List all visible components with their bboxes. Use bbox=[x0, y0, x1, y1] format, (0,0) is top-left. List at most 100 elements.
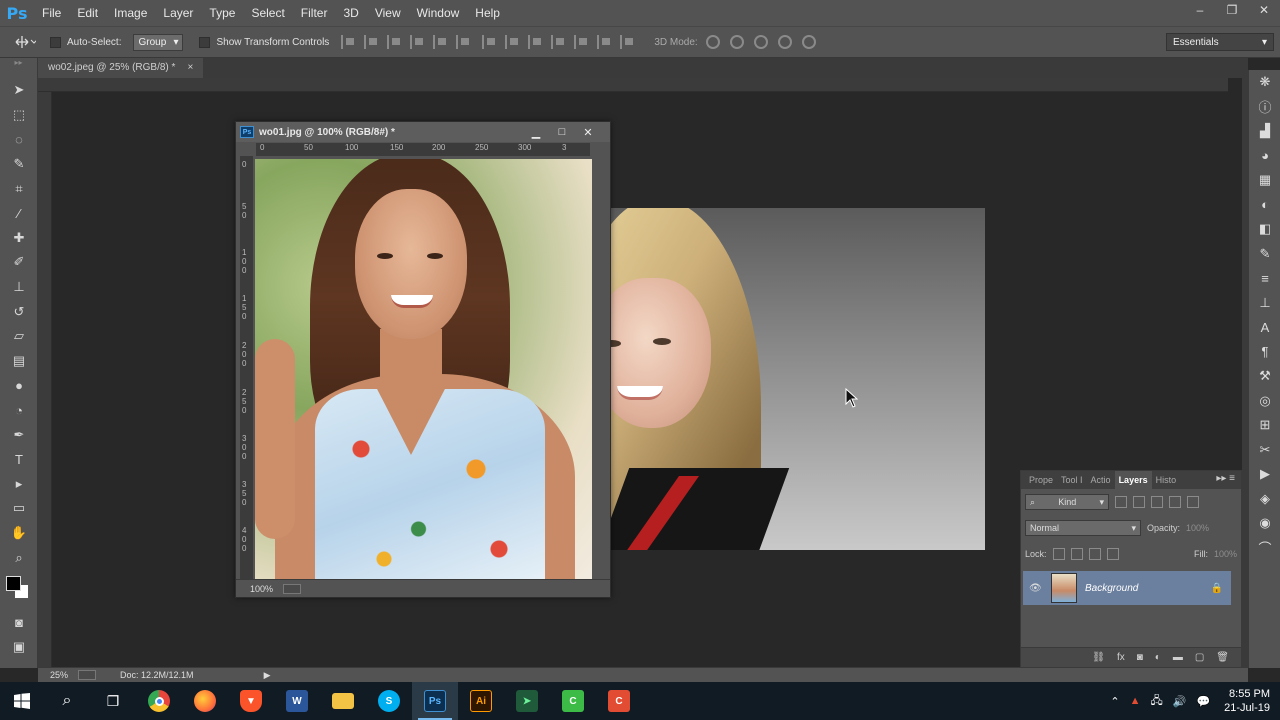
lasso-tool-icon[interactable]: ◌ bbox=[0, 127, 38, 152]
filter-smart-object-icon[interactable] bbox=[1187, 496, 1199, 508]
paragraph-panel-icon[interactable]: ¶ bbox=[1249, 340, 1280, 365]
paths-panel-icon[interactable]: ⌒ bbox=[1249, 536, 1280, 561]
distribute-left-icon[interactable] bbox=[551, 35, 567, 49]
new-group-icon[interactable]: ▬ bbox=[1173, 652, 1183, 663]
actions-panel-icon[interactable]: ▶ bbox=[1249, 462, 1280, 487]
taskbar-app-camtasia[interactable]: C bbox=[550, 682, 596, 720]
status-info-icon[interactable] bbox=[78, 670, 97, 680]
volume-icon[interactable]: 🔊 bbox=[1173, 695, 1187, 708]
zoom-tool-icon[interactable]: ⌕ bbox=[0, 545, 38, 570]
auto-align-icon[interactable] bbox=[620, 35, 636, 49]
minimize-button[interactable]: – bbox=[1184, 0, 1216, 20]
delete-layer-icon[interactable]: 🗑 bbox=[1216, 652, 1229, 663]
3d-pan-icon[interactable] bbox=[753, 35, 768, 49]
menu-view[interactable]: View bbox=[367, 0, 409, 26]
align-hcenter-icon[interactable] bbox=[433, 35, 449, 49]
tab-tool-presets[interactable]: Tool I bbox=[1057, 471, 1087, 489]
hand-tool-icon[interactable]: ✋ bbox=[0, 521, 38, 546]
close-icon[interactable]: × bbox=[187, 58, 193, 78]
show-transform-checkbox[interactable] bbox=[199, 36, 211, 48]
show-transform-option[interactable]: Show Transform Controls bbox=[199, 36, 329, 48]
character-panel-icon[interactable]: A bbox=[1249, 315, 1280, 340]
tool-options-icon[interactable]: ✂ bbox=[1249, 438, 1280, 463]
floating-document-window[interactable]: Ps wo01.jpg @ 100% (RGB/8#) * ▁ □ ✕ 0 50… bbox=[235, 121, 611, 598]
3d-scale-icon[interactable] bbox=[801, 35, 816, 49]
layers-panel-icon[interactable]: ◈ bbox=[1249, 487, 1280, 512]
doc-close-button[interactable]: ✕ bbox=[580, 126, 596, 139]
3d-rotate-icon[interactable] bbox=[705, 35, 720, 49]
align-top-icon[interactable] bbox=[341, 35, 357, 49]
clone-source-icon[interactable]: ⊥ bbox=[1249, 291, 1280, 316]
notification-icon[interactable]: 💬 bbox=[1196, 695, 1210, 708]
add-mask-icon[interactable]: ◙ bbox=[1137, 652, 1143, 663]
quick-selection-tool-icon[interactable]: ✎ bbox=[0, 152, 38, 177]
blend-mode-dropdown[interactable]: Normal ▾ bbox=[1025, 520, 1141, 536]
chevron-up-icon[interactable]: ⌃ bbox=[1110, 695, 1119, 708]
menu-file[interactable]: File bbox=[34, 0, 69, 26]
align-right-icon[interactable] bbox=[456, 35, 472, 49]
quick-mask-icon[interactable]: ◙ bbox=[0, 610, 38, 635]
menu-select[interactable]: Select bbox=[243, 0, 292, 26]
visibility-eye-icon[interactable]: 👁 bbox=[1029, 583, 1043, 594]
new-layer-icon[interactable]: ▢ bbox=[1195, 652, 1204, 663]
crop-tool-icon[interactable]: ⌗ bbox=[0, 176, 38, 201]
layer-style-icon[interactable]: fx bbox=[1117, 652, 1125, 663]
pen-tool-icon[interactable]: ✒ bbox=[0, 422, 38, 447]
lock-position-icon[interactable] bbox=[1088, 548, 1101, 560]
menu-help[interactable]: Help bbox=[467, 0, 508, 26]
start-button[interactable] bbox=[0, 682, 44, 720]
panel-menu-icon[interactable]: ▸▸ ≡ bbox=[1216, 473, 1235, 484]
taskbar-app-firefox[interactable] bbox=[182, 682, 228, 720]
auto-select-dropdown[interactable]: Group ▾ bbox=[133, 33, 184, 51]
histogram-panel-icon[interactable]: ▟ bbox=[1249, 119, 1280, 144]
tool-presets-icon[interactable]: ⚒ bbox=[1249, 364, 1280, 389]
tab-layers[interactable]: Layers bbox=[1114, 471, 1152, 489]
taskbar-app-chrome[interactable] bbox=[136, 682, 182, 720]
lock-image-icon[interactable] bbox=[1070, 548, 1083, 560]
tab-history[interactable]: Histo bbox=[1152, 471, 1181, 489]
adjustments-panel-icon[interactable]: ◐ bbox=[1249, 193, 1280, 218]
move-tool-icon[interactable]: ➤ bbox=[0, 78, 38, 103]
document-tab[interactable]: wo02.jpeg @ 25% (RGB/8) * × bbox=[38, 58, 204, 78]
document-zoom-level[interactable]: 100% bbox=[250, 584, 273, 594]
taskbar-app-word[interactable]: W bbox=[274, 682, 320, 720]
layer-filter-kind-dropdown[interactable]: ⌕ Kind ▾ bbox=[1025, 494, 1109, 510]
tab-properties[interactable]: Prope bbox=[1025, 471, 1057, 489]
3d-panel-icon[interactable]: ❋ bbox=[1249, 70, 1280, 95]
opacity-value[interactable]: 100% bbox=[1186, 523, 1209, 533]
restore-button[interactable]: ❐ bbox=[1216, 0, 1248, 20]
layer-row-background[interactable]: 👁 Background 🔒 bbox=[1023, 571, 1231, 605]
network-icon[interactable]: 🖧 bbox=[1150, 692, 1162, 711]
taskbar-app-explorer[interactable] bbox=[320, 682, 366, 720]
menu-edit[interactable]: Edit bbox=[69, 0, 106, 26]
acrobat-tray-icon[interactable]: ▲ bbox=[1130, 695, 1141, 707]
panel-grip[interactable]: ▸▸ bbox=[0, 58, 37, 78]
zoom-level[interactable]: 25% bbox=[50, 670, 68, 680]
foreground-color[interactable] bbox=[6, 575, 21, 591]
menu-3d[interactable]: 3D bbox=[335, 0, 366, 26]
lock-all-icon[interactable] bbox=[1106, 548, 1119, 560]
filter-pixel-icon[interactable] bbox=[1115, 496, 1127, 508]
taskbar-app-illustrator[interactable]: Ai bbox=[458, 682, 504, 720]
taskbar-app-camtasia-recorder[interactable]: C bbox=[596, 682, 642, 720]
align-left-icon[interactable] bbox=[410, 35, 426, 49]
screen-mode-icon[interactable]: ▣ bbox=[0, 634, 38, 659]
brush-panel-icon[interactable]: ✎ bbox=[1249, 242, 1280, 267]
distribute-top-icon[interactable] bbox=[482, 35, 498, 49]
type-tool-icon[interactable]: T bbox=[0, 447, 38, 472]
menu-type[interactable]: Type bbox=[201, 0, 243, 26]
3d-slide-icon[interactable] bbox=[777, 35, 792, 49]
filter-type-icon[interactable] bbox=[1151, 496, 1163, 508]
eraser-tool-icon[interactable]: ▱ bbox=[0, 324, 38, 349]
swatches-panel-icon[interactable]: ▦ bbox=[1249, 168, 1280, 193]
doc-minimize-button[interactable]: ▁ bbox=[528, 126, 544, 139]
dodge-tool-icon[interactable]: ◔ bbox=[0, 398, 38, 423]
eyedropper-tool-icon[interactable]: ⁄ bbox=[0, 201, 38, 226]
status-menu-arrow-icon[interactable]: ▶ bbox=[264, 670, 271, 681]
gradient-tool-icon[interactable]: ▤ bbox=[0, 349, 38, 374]
path-selection-tool-icon[interactable]: ▸ bbox=[0, 472, 38, 497]
auto-select-checkbox[interactable] bbox=[50, 36, 61, 48]
clock[interactable]: 8:55 PM 21-Jul-19 bbox=[1224, 687, 1270, 715]
move-tool-preset[interactable] bbox=[0, 26, 50, 58]
menu-image[interactable]: Image bbox=[106, 0, 155, 26]
